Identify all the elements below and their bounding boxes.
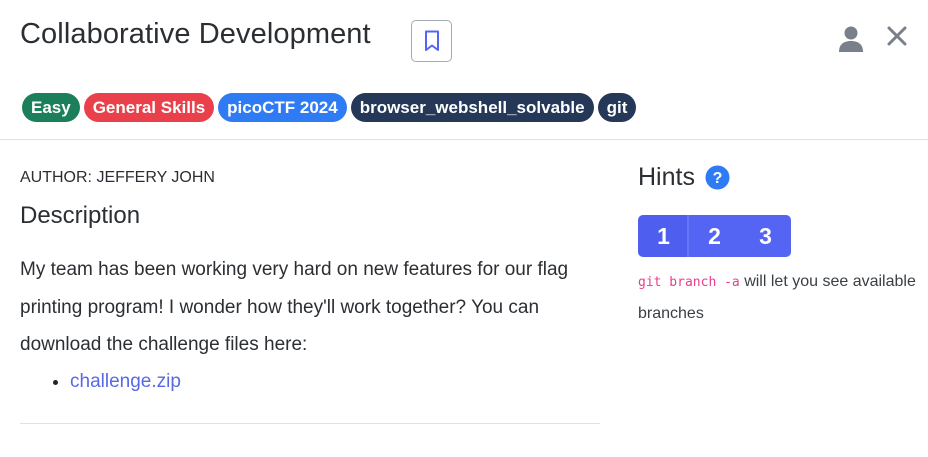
hint-tab-1[interactable]: 1	[638, 215, 689, 257]
tag-difficulty[interactable]: Easy	[22, 93, 80, 122]
hint-code: git branch -a	[638, 275, 740, 290]
challenge-zip-link[interactable]: challenge.zip	[70, 371, 181, 392]
tag-webshell[interactable]: browser_webshell_solvable	[350, 93, 594, 122]
close-icon[interactable]	[886, 25, 908, 47]
hint-tabs: 1 2 3	[638, 215, 791, 257]
file-list: challenge.zip	[20, 364, 181, 400]
list-item: challenge.zip	[70, 364, 181, 400]
page-title: Collaborative Development	[20, 18, 371, 50]
tag-git[interactable]: git	[597, 93, 637, 122]
challenge-header: Collaborative Development Easy General S…	[0, 0, 928, 140]
challenge-author: AUTHOR: JEFFERY JOHN	[20, 169, 215, 186]
divider	[20, 423, 600, 424]
user-icon[interactable]	[838, 25, 864, 53]
hints-heading: Hints	[638, 163, 695, 191]
description-text: My team has been working very hard on ne…	[20, 259, 569, 355]
tag-event[interactable]: picoCTF 2024	[218, 93, 347, 122]
description-heading: Description	[20, 202, 141, 229]
question-circle-icon[interactable]: ?	[705, 165, 730, 190]
bookmark-button[interactable]	[411, 20, 452, 62]
hint-tab-2[interactable]: 2	[689, 215, 740, 257]
tag-category[interactable]: General Skills	[83, 93, 215, 122]
hint-tab-3[interactable]: 3	[740, 215, 791, 257]
hint-content: git branch -a will let you see available…	[638, 266, 918, 329]
svg-text:?: ?	[713, 170, 723, 187]
bookmark-icon	[424, 30, 439, 51]
tag-list: Easy General Skills picoCTF 2024 browser…	[22, 93, 637, 122]
